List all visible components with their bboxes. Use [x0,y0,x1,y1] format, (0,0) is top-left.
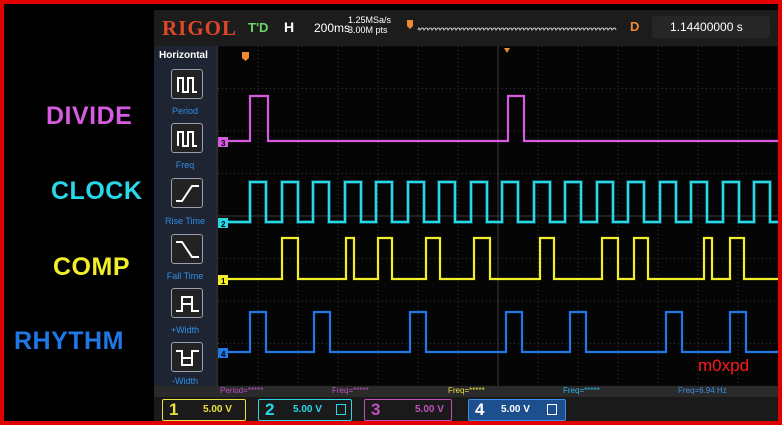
menu-label-negative-width: -Width [171,376,198,386]
menu-label-freq: Freq [175,160,195,170]
bandwidth-limit-icon [547,404,557,415]
status-bar-top: RIGOL T'D H 200ms 1.25MSa/s 3.00M pts D … [154,10,778,46]
measurement-bar: Period=***** Freq=***** Freq=***** Freq=… [218,386,778,396]
period-icon [177,77,197,93]
brand-logo: RIGOL [162,16,238,40]
channel-1-number: 1 [169,400,179,419]
image-frame: DIVIDE CLOCK COMP RHYTHM RIGOL T'D H 200… [4,4,778,421]
fall-time-button[interactable] [171,234,203,264]
menu-label-rise-time: Rise Time [164,216,205,226]
negative-width-button[interactable] [171,342,203,372]
memory-waveform-icon [417,27,617,32]
ch2-ground-marker-number: 2 [221,220,226,229]
comp-label: COMP [53,253,130,281]
measurement-freq-ch3: Freq=***** [332,386,369,395]
fall-time-icon [176,241,199,258]
measurement-freq-ch2: Freq=***** [563,386,600,395]
memory-depth-value: 3.00M pts [348,25,388,35]
channel-3-number: 3 [371,400,381,419]
timebase-value[interactable]: 200ms [314,21,350,35]
channel-4-number: 4 [475,400,485,419]
positive-width-icon [176,296,199,312]
waveform-display[interactable]: 3 2 1 4 [218,46,778,386]
channel-4-tab[interactable]: 4 5.00 V [468,399,566,421]
menu-label-positive-width: +Width [170,325,200,335]
bandwidth-limit-icon [336,404,346,415]
horizontal-menu: Horizontal Period Freq Rise Time Fall Ti… [154,46,216,386]
channel-4-scale: 5.00 V [501,404,530,415]
rise-time-button[interactable] [171,178,203,208]
negative-width-icon [176,350,199,366]
trigger-position-marker-icon [407,20,413,29]
clock-label: CLOCK [51,177,143,205]
horizontal-label: H [284,19,295,35]
watermark: m0xpd [698,356,750,375]
freq-button[interactable] [171,123,203,153]
ch4-ground-marker-number: 4 [221,350,226,359]
memory-overview [407,20,617,32]
menu-label-fall-time: Fall Time [166,271,204,281]
positive-width-button[interactable] [171,288,203,318]
delay-value: 1.14400000 s [670,20,743,34]
sample-rate-value: 1.25MSa/s [348,15,392,25]
measurement-freq-ch1: Freq=***** [448,386,485,395]
delay-box[interactable]: 1.14400000 s [652,16,770,38]
rhythm-label: RHYTHM [14,327,124,355]
channel-1-scale: 5.00 V [203,404,232,415]
measurement-freq-ch4: Freq=6.94 Hz [678,386,727,395]
oscilloscope-screen: RIGOL T'D H 200ms 1.25MSa/s 3.00M pts D … [154,10,778,421]
channel-3-scale: 5.00 V [415,404,444,415]
channel-2-scale: 5.00 V [293,404,322,415]
channel-1-tab[interactable]: 1 5.00 V [162,399,246,421]
frequency-icon [177,131,197,147]
channel-2-number: 2 [265,400,275,419]
sample-rate: 1.25MSa/s 3.00M pts [348,15,391,35]
measurement-period: Period=***** [220,386,264,395]
ch1-ground-marker-number: 1 [221,277,226,286]
period-button[interactable] [171,69,203,99]
ch3-ground-marker-number: 3 [221,139,226,148]
channel-bar: 1 5.00 V 2 5.00 V 3 5.00 V 4 5.00 V [154,397,778,421]
delay-label: D [630,19,640,34]
rise-time-icon [176,185,199,202]
channel-2-tab[interactable]: 2 5.00 V [258,399,352,421]
channel-3-tab[interactable]: 3 5.00 V [364,399,452,421]
menu-title: Horizontal [159,50,208,61]
trigger-state: T'D [248,20,269,35]
menu-label-period: Period [171,106,198,116]
divide-label: DIVIDE [46,102,133,130]
